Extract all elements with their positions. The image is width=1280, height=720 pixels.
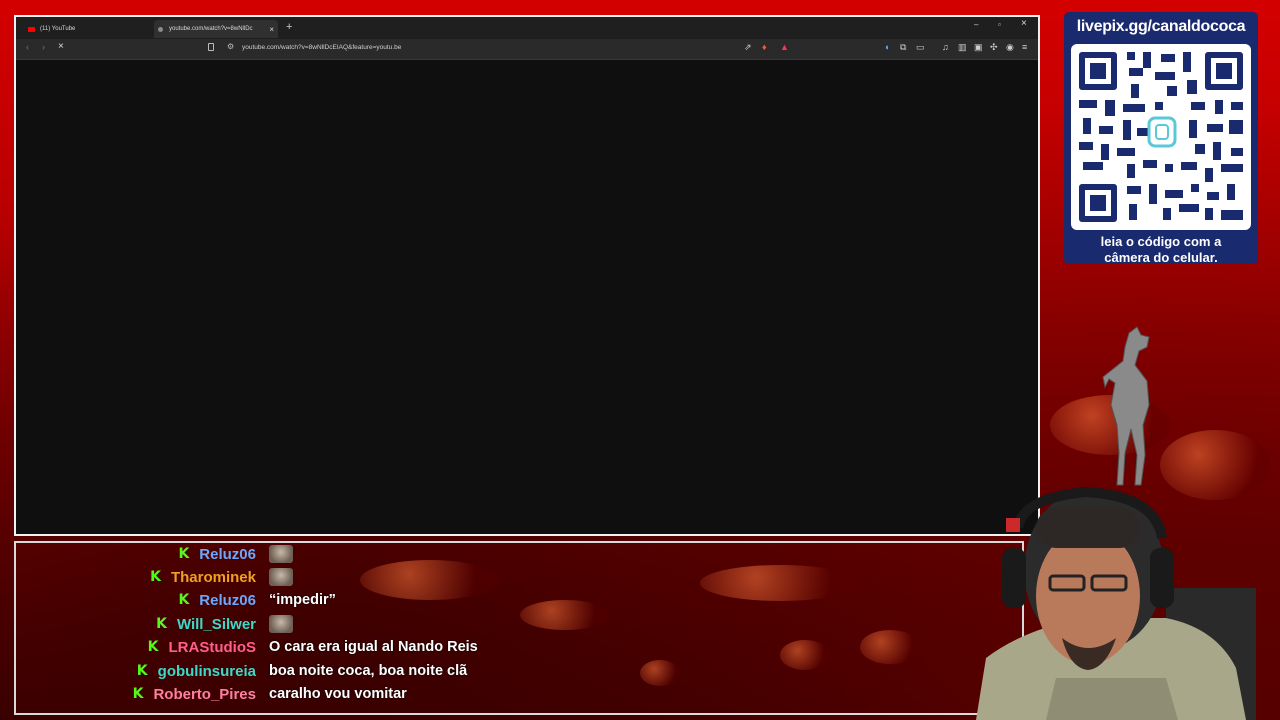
- chat-username[interactable]: Reluz06: [199, 546, 256, 563]
- music-icon[interactable]: ♫: [942, 42, 949, 52]
- chat-message: K Tharominek: [16, 566, 1022, 588]
- picture-in-picture-icon[interactable]: ▭: [916, 42, 925, 53]
- close-tab-icon[interactable]: ×: [269, 25, 274, 34]
- qr-code: [1071, 44, 1251, 230]
- page-content-loading: [16, 60, 1038, 534]
- youtube-icon: [28, 26, 35, 32]
- tab-bar: (11) YouTube youtube.com/watch?v=8wNllDc…: [16, 17, 1038, 39]
- chat-message: K LRAStudioS O cara era igual al Nando Rei…: [16, 636, 1022, 658]
- extensions-puzzle-icon[interactable]: ✣: [990, 42, 998, 53]
- address-bar: ‹ › × ⚙ youtube.com/watch?v=8wNllDcEIAQ&…: [16, 39, 1038, 60]
- livepix-url: livepix.gg/canaldococa: [1076, 18, 1246, 35]
- kick-badge-icon: K: [132, 686, 144, 702]
- tab-label: youtube.com/watch?v=8wNllDc: [169, 26, 253, 32]
- kick-badge-icon: K: [178, 592, 190, 608]
- kick-badge-icon: K: [150, 569, 161, 585]
- browser-window: (11) YouTube youtube.com/watch?v=8wNllDc…: [14, 15, 1040, 536]
- chat-emote-icon: [269, 568, 293, 586]
- vpn-icon[interactable]: ◉: [1006, 42, 1014, 53]
- close-window-button[interactable]: ×: [1021, 18, 1027, 29]
- pix-caption-line-1: leia o código com a: [1100, 234, 1222, 249]
- bookmark-icon[interactable]: [208, 43, 214, 51]
- chat-message-text: caralho vou vomitar: [269, 686, 407, 702]
- back-icon[interactable]: ‹: [26, 42, 29, 52]
- chat-user: K LRAStudioS: [148, 639, 256, 656]
- chat-user: K Tharominek: [150, 569, 256, 586]
- wolf-figure: [1102, 326, 1150, 486]
- chat-message: K Will_Silwer: [16, 613, 1022, 635]
- menu-icon[interactable]: ≡: [1022, 42, 1027, 52]
- webcam-streamer: [976, 486, 1256, 720]
- sidebar-icon[interactable]: ▥: [958, 42, 967, 53]
- chat-user: K Roberto_Pires: [133, 686, 256, 703]
- url-field[interactable]: youtube.com/watch?v=8wNllDcEIAQ&feature=…: [242, 44, 401, 51]
- kick-badge-icon: K: [156, 616, 167, 632]
- livepix-qr-panel: livepix.gg/canaldococa leia o código com…: [1064, 12, 1258, 266]
- page-icon: [158, 26, 163, 32]
- tab-search-icon[interactable]: ▣: [974, 42, 983, 53]
- chat-message-text: boa noite coca, boa noite clã: [269, 663, 468, 679]
- chat-message-text: O cara era igual al Nando Reis: [269, 639, 478, 655]
- maximize-button[interactable]: ▫: [998, 20, 1001, 29]
- loading-stop-icon[interactable]: ×: [58, 41, 64, 52]
- new-tab-button[interactable]: +: [286, 21, 292, 33]
- chat-user: K Will_Silwer: [156, 616, 256, 633]
- chat-emote-icon: [269, 545, 293, 563]
- extension-icon[interactable]: ⧉: [900, 42, 906, 53]
- share-icon[interactable]: ⇗: [744, 42, 752, 53]
- qr-code-icon: [1079, 52, 1243, 222]
- chat-emote-icon: [269, 615, 293, 633]
- chat-message-text: “impedir”: [269, 592, 336, 608]
- chat-user: K Reluz06: [178, 546, 256, 563]
- kick-badge-icon: K: [178, 546, 190, 562]
- brave-shields-icon[interactable]: ♦: [762, 42, 767, 52]
- chat-user: Kgobulinsureia: [137, 663, 256, 680]
- chat-username[interactable]: Reluz06: [199, 592, 256, 609]
- kick-badge-icon: K: [136, 663, 148, 679]
- kick-badge-icon: K: [147, 639, 159, 655]
- brave-rewards-icon[interactable]: ▲: [780, 42, 789, 52]
- chat-user: K Reluz06: [178, 592, 256, 609]
- tab-label: (11) YouTube: [40, 26, 76, 32]
- minimize-button[interactable]: –: [974, 20, 978, 29]
- chat-message: K Roberto_Pires caralho vou vomitar: [16, 683, 1022, 705]
- chat-username[interactable]: Tharominek: [171, 569, 256, 586]
- site-info-icon[interactable]: ⚙: [227, 42, 234, 51]
- chat-username[interactable]: Will_Silwer: [177, 616, 256, 633]
- pix-caption-line-2: câmera do celular.: [1104, 250, 1218, 265]
- pix-caption: leia o código com a câmera do celular.: [1064, 234, 1258, 266]
- tab-youtube[interactable]: (11) YouTube: [24, 20, 154, 38]
- chat-username[interactable]: gobulinsureia: [158, 663, 256, 680]
- chat-message: Kgobulinsureia boa noite coca, boa noite …: [16, 660, 1022, 682]
- tab-active[interactable]: youtube.com/watch?v=8wNllDc ×: [154, 20, 278, 38]
- forward-icon[interactable]: ›: [42, 42, 45, 52]
- chat-message: K Reluz06: [16, 543, 1022, 565]
- audio-icon[interactable]: ◖: [884, 42, 889, 52]
- chat-message: K Reluz06 “impedir”: [16, 589, 1022, 611]
- chat-panel: K Reluz06 K Tharominek K Reluz06 “impedir” K Wil…: [14, 541, 1024, 715]
- chat-username[interactable]: Roberto_Pires: [153, 686, 256, 703]
- chat-username[interactable]: LRAStudioS: [169, 639, 257, 656]
